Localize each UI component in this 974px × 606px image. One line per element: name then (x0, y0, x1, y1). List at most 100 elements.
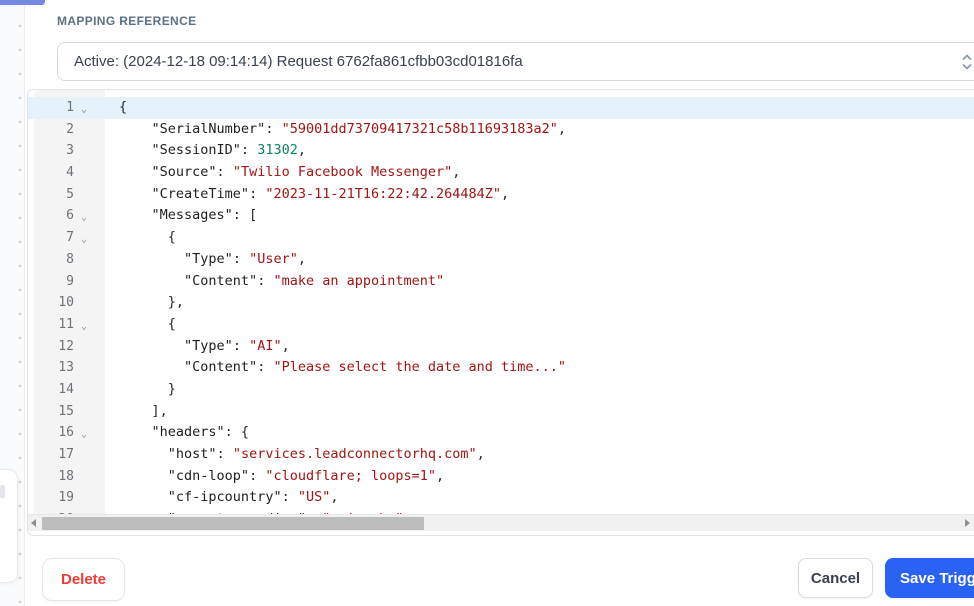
editor-line[interactable]: 14 } (28, 379, 974, 401)
code-text: }, (119, 294, 185, 311)
line-number: 5 (66, 186, 74, 202)
editor-line[interactable]: 16 ⌄ "headers": { (28, 422, 974, 444)
editor-horizontal-scrollbar[interactable] (28, 514, 974, 531)
line-gutter: 17 (28, 444, 105, 466)
line-gutter: 15 (28, 401, 105, 423)
flow-node-chip (0, 485, 5, 498)
json-editor[interactable]: 1 ⌄{2 "SerialNumber": "59001dd73709417321… (27, 89, 974, 536)
editor-line[interactable]: 9 "Content": "make an appointment" (28, 271, 974, 293)
fold-arrow-icon[interactable]: ⌄ (74, 207, 94, 229)
line-gutter: 18 (28, 466, 105, 488)
code-text: "cdn-loop": "cloudflare; loops=1", (167, 467, 445, 484)
line-gutter: 1 ⌄ (28, 97, 105, 119)
fold-arrow-icon[interactable]: ⌄ (74, 424, 94, 446)
code-text: { (119, 229, 176, 246)
code-text: { (119, 99, 128, 115)
fold-arrow-icon[interactable]: ⌄ (74, 99, 94, 121)
line-number: 4 (66, 165, 74, 181)
line-number: 7 (66, 230, 74, 246)
editor-line[interactable]: 4 "Source": "Twilio Facebook Messenger", (28, 162, 974, 184)
scrollbar-thumb[interactable] (42, 517, 424, 530)
code-text: "SerialNumber": "59001dd73709417321c58b1… (151, 120, 567, 137)
code-text: { (119, 315, 176, 332)
line-gutter: 14 (28, 379, 105, 401)
fold-arrow-icon[interactable]: ⌄ (74, 316, 94, 338)
line-gutter: 9 (28, 271, 105, 293)
delete-button[interactable]: Delete (42, 558, 125, 601)
mapping-reference-label: MAPPING REFERENCE (57, 14, 197, 28)
editor-line[interactable]: 6 ⌄ "Messages": [ (28, 205, 974, 227)
line-number: 8 (66, 251, 74, 267)
trigger-settings-modal: MAPPING REFERENCE Active: (2024-12-18 09… (0, 0, 974, 606)
editor-line[interactable]: 15 ], (28, 401, 974, 423)
line-number: 2 (66, 121, 74, 137)
json-editor-viewport: 1 ⌄{2 "SerialNumber": "59001dd73709417321… (28, 90, 974, 535)
line-number: 13 (58, 360, 74, 376)
line-number: 12 (58, 338, 74, 354)
editor-line[interactable]: 11 ⌄ { (28, 314, 974, 336)
cancel-button[interactable]: Cancel (798, 558, 873, 598)
save-trigger-button[interactable]: Save Trigger (885, 558, 974, 598)
code-text: "headers": { (151, 424, 250, 441)
editor-line[interactable]: 5 "CreateTime": "2023-11-21T16:22:42.264… (28, 184, 974, 206)
editor-line[interactable]: 18 "cdn-loop": "cloudflare; loops=1", (28, 466, 974, 488)
editor-line[interactable]: 12 "Type": "AI", (28, 336, 974, 358)
line-number: 11 (58, 316, 74, 332)
request-selector[interactable]: Active: (2024-12-18 09:14:14) Request 67… (57, 42, 974, 81)
editor-line[interactable]: 3 "SessionID": 31302, (28, 140, 974, 162)
editor-line[interactable]: 2 "SerialNumber": "59001dd73709417321c58… (28, 119, 974, 141)
code-text: "Type": "AI", (184, 337, 290, 354)
line-gutter: 3 (28, 140, 105, 162)
line-number: 14 (58, 381, 74, 397)
line-gutter: 16 ⌄ (28, 422, 105, 444)
line-number: 1 (66, 100, 74, 115)
line-gutter: 10 (28, 292, 105, 314)
editor-line[interactable]: 7 ⌄ { (28, 227, 974, 249)
flow-node-accent-bar (0, 0, 45, 5)
line-gutter: 8 (28, 249, 105, 271)
line-gutter: 4 (28, 162, 105, 184)
line-number: 3 (66, 143, 74, 159)
code-text: "Source": "Twilio Facebook Messenger", (151, 164, 461, 181)
line-number: 10 (58, 295, 74, 311)
editor-line[interactable]: 10 }, (28, 292, 974, 314)
editor-line[interactable]: 1 ⌄ { (28, 97, 974, 119)
line-gutter: 7 ⌄ (28, 227, 105, 249)
line-number: 15 (58, 403, 74, 419)
chevron-up-down-icon (961, 53, 973, 76)
code-text: "SessionID": 31302, (151, 142, 306, 159)
line-gutter: 5 (28, 184, 105, 206)
line-gutter: 12 (28, 336, 105, 358)
editor-line[interactable]: 19 "cf-ipcountry": "US", (28, 487, 974, 509)
editor-line[interactable]: 17 "host": "services.leadconnectorhq.com… (28, 444, 974, 466)
line-gutter: 19 (28, 487, 105, 509)
line-number: 16 (58, 425, 74, 441)
scrollbar-right-arrow-icon[interactable] (965, 519, 970, 527)
code-text: ], (119, 402, 168, 419)
line-gutter: 6 ⌄ (28, 205, 105, 227)
request-selector-value: Active: (2024-12-18 09:14:14) Request 67… (74, 53, 523, 70)
code-text: "Type": "User", (184, 250, 306, 267)
code-text: "cf-ipcountry": "US", (167, 489, 339, 506)
editor-line[interactable]: 13 "Content": "Please select the date an… (28, 357, 974, 379)
fold-arrow-icon[interactable]: ⌄ (74, 229, 94, 251)
line-gutter: 11 ⌄ (28, 314, 105, 336)
editor-line[interactable]: 8 "Type": "User", (28, 249, 974, 271)
editor-rows: 1 ⌄{2 "SerialNumber": "59001dd73709417321… (28, 90, 974, 514)
code-text: "Content": "make an appointment" (184, 272, 445, 289)
scrollbar-left-arrow-icon[interactable] (31, 519, 36, 527)
line-gutter: 2 (28, 119, 105, 141)
code-text: } (119, 380, 176, 397)
